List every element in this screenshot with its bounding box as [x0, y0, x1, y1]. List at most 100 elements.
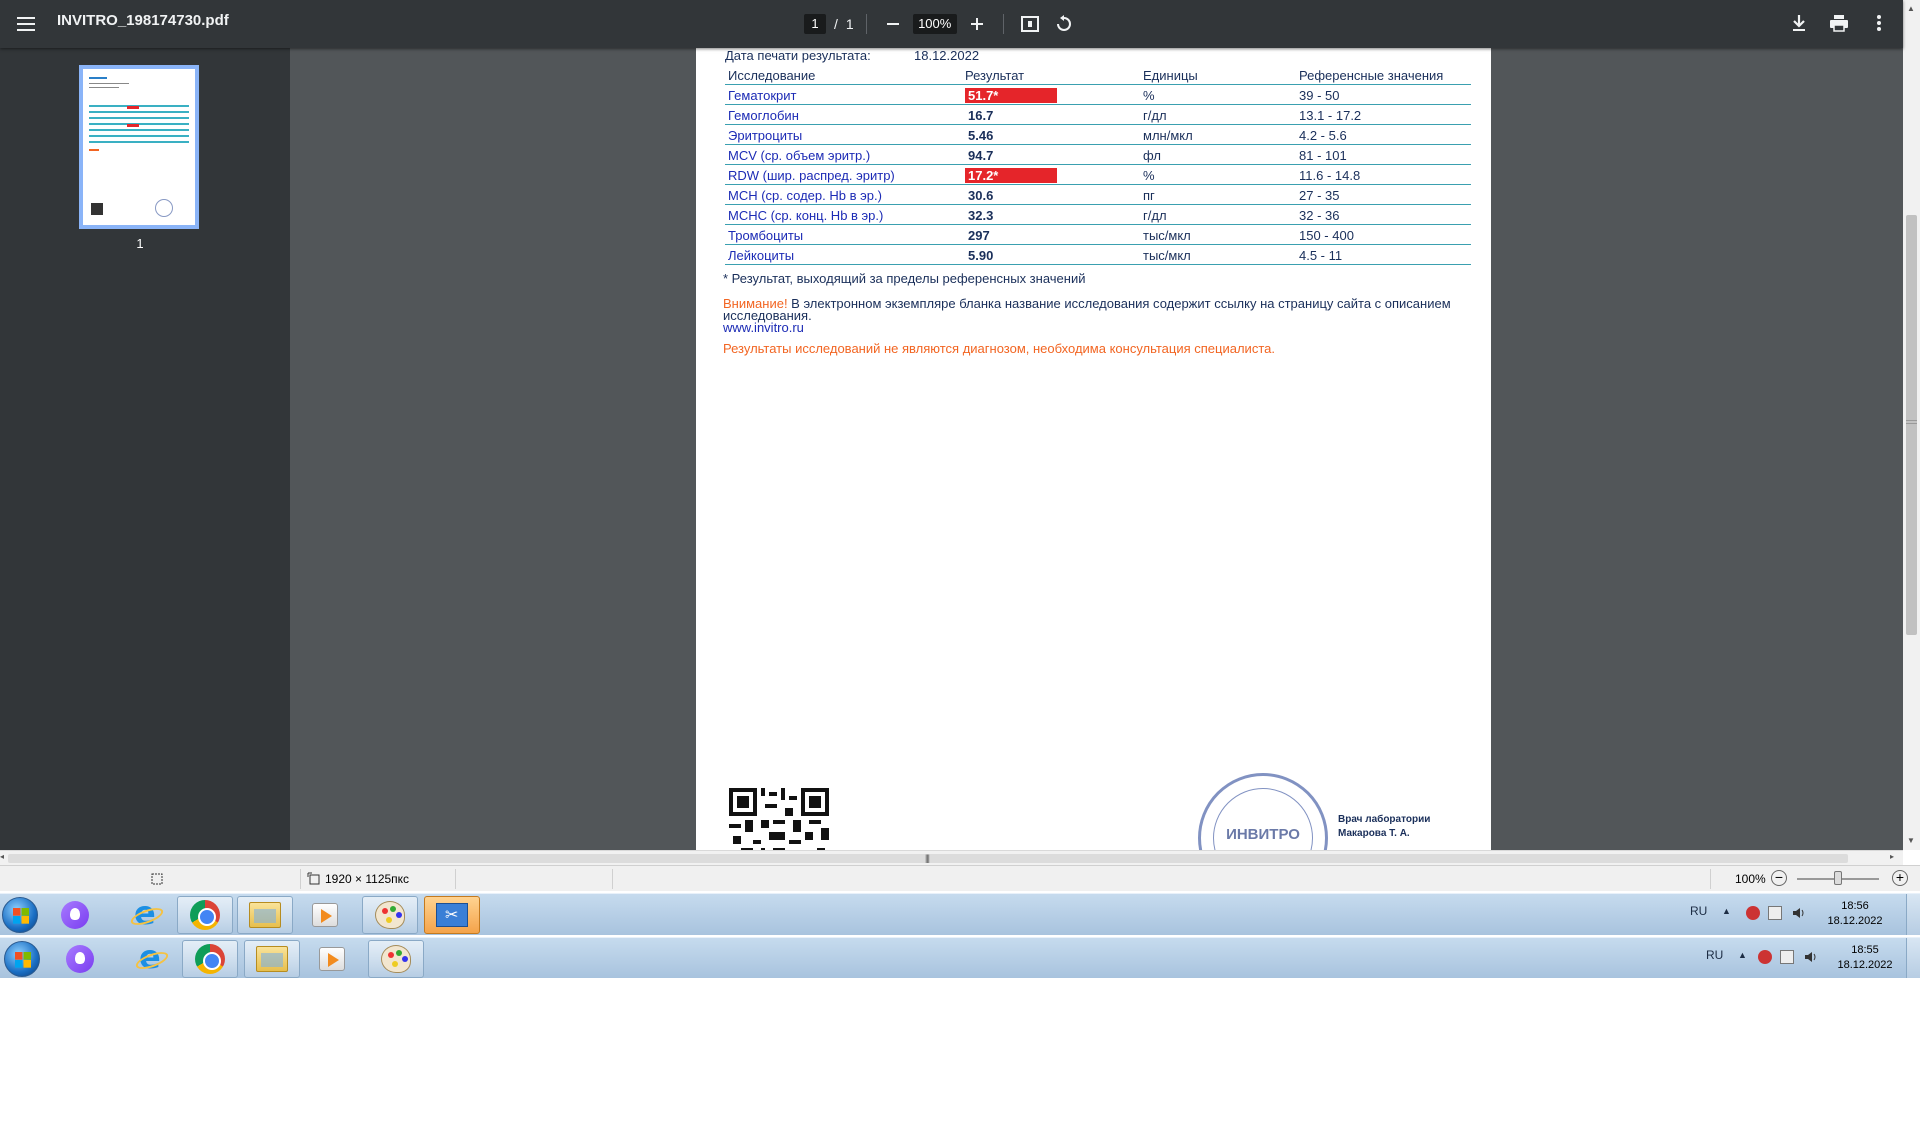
- page-controls: 1 / 1 100%: [804, 9, 1078, 39]
- test-name-link[interactable]: MCH (ср. содер. Hb в эр.): [728, 188, 882, 203]
- units-value: тыс/мкл: [1143, 248, 1191, 263]
- language-indicator[interactable]: RU: [1706, 948, 1723, 962]
- result-value: 94.7: [968, 148, 994, 163]
- chrome-icon: [190, 900, 220, 930]
- taskbar-media-player[interactable]: [297, 896, 353, 934]
- result-value: 17.2*: [965, 168, 1057, 183]
- horizontal-scrollbar[interactable]: ◂ ||| ▸: [0, 850, 1903, 865]
- volume-icon[interactable]: [1804, 950, 1818, 964]
- taskbar-alice[interactable]: [47, 896, 103, 934]
- reference-value: 13.1 - 17.2: [1299, 108, 1362, 123]
- doctor-name: Макарова Т. А.: [1338, 828, 1410, 839]
- show-desktop-button[interactable]: [1906, 894, 1920, 935]
- media-player-icon: [319, 947, 345, 971]
- media-player-icon: [312, 903, 338, 927]
- reference-value: 39 - 50: [1299, 88, 1340, 103]
- table-row: MCHC (ср. конц. Hb в эр.) 32.3 г/дл 32 - 36: [725, 205, 1471, 225]
- taskbar-paint[interactable]: [368, 940, 424, 978]
- internet-explorer-icon: [130, 894, 160, 932]
- system-clock[interactable]: 18:56 18.12.2022: [1820, 899, 1890, 929]
- taskbar-snipping-tool[interactable]: [424, 896, 480, 934]
- test-name-link[interactable]: RDW (шир. распред. эритр): [728, 168, 895, 183]
- start-button[interactable]: [2, 897, 38, 933]
- taskbar-alice[interactable]: [52, 940, 108, 978]
- scroll-right-arrow-icon[interactable]: ▸: [1890, 852, 1894, 861]
- test-name-link[interactable]: MCHC (ср. конц. Hb в эр.): [728, 208, 883, 223]
- website-link[interactable]: www.invitro.ru: [723, 320, 804, 335]
- reference-value: 11.6 - 14.8: [1299, 168, 1361, 183]
- total-pages: 1: [845, 16, 854, 32]
- test-name-link[interactable]: Лейкоциты: [728, 248, 794, 263]
- taskbar-media-player[interactable]: [304, 940, 360, 978]
- scrollbar-grip: [1906, 420, 1917, 421]
- vertical-scrollbar[interactable]: ▲ ▼: [1903, 0, 1920, 850]
- taskbar-explorer[interactable]: [237, 896, 293, 934]
- status-divider: [1710, 869, 1711, 889]
- reference-value: 27 - 35: [1299, 188, 1340, 203]
- antivirus-icon[interactable]: [1746, 906, 1760, 920]
- print-icon[interactable]: [1825, 9, 1853, 37]
- result-value: 297: [968, 228, 990, 243]
- result-value: 32.3: [968, 208, 994, 223]
- zoom-out-button[interactable]: −: [1771, 870, 1787, 886]
- status-divider: [300, 869, 301, 889]
- taskbar-paint[interactable]: [362, 896, 418, 934]
- units-value: г/дл: [1143, 208, 1167, 223]
- show-hidden-icons-icon[interactable]: ▲: [1738, 950, 1747, 960]
- result-value: 5.46: [968, 128, 994, 143]
- zoom-in-icon[interactable]: [963, 10, 991, 38]
- antivirus-icon[interactable]: [1758, 950, 1772, 964]
- show-desktop-button[interactable]: [1906, 938, 1920, 978]
- rotate-icon[interactable]: [1050, 10, 1078, 38]
- toolbar-divider: [865, 14, 867, 34]
- network-icon[interactable]: [1768, 906, 1782, 920]
- status-bar: 1920 × 1125пкс 100% − +: [0, 865, 1920, 891]
- system-clock[interactable]: 18:55 18.12.2022: [1830, 943, 1900, 973]
- taskbar-chrome[interactable]: [182, 940, 238, 978]
- menu-icon[interactable]: [12, 10, 40, 38]
- header-result: Результат: [965, 68, 1025, 83]
- table-row: Гемоглобин 16.7 г/дл 13.1 - 17.2: [725, 105, 1471, 125]
- taskbar-explorer[interactable]: [244, 940, 300, 978]
- header-test: Исследование: [728, 68, 816, 83]
- test-name-link[interactable]: Гемоглобин: [728, 108, 799, 123]
- scrollbar-thumb[interactable]: [1906, 215, 1917, 635]
- page-thumbnail[interactable]: [79, 65, 199, 229]
- zoom-in-button[interactable]: +: [1892, 870, 1908, 886]
- show-hidden-icons-icon[interactable]: ▲: [1722, 906, 1731, 916]
- scroll-left-arrow-icon[interactable]: ◂: [0, 852, 4, 861]
- volume-icon[interactable]: [1792, 906, 1806, 920]
- table-row: MCV (ср. объем эритр.) 94.7 фл 81 - 101: [725, 145, 1471, 165]
- folder-icon: [249, 902, 281, 928]
- start-button[interactable]: [4, 941, 40, 977]
- network-icon[interactable]: [1780, 950, 1794, 964]
- test-name-link[interactable]: Гематокрит: [728, 88, 796, 103]
- download-icon[interactable]: [1785, 9, 1813, 37]
- print-date-value: 18.12.2022: [914, 48, 980, 63]
- thumbnail-page-number: 1: [136, 236, 144, 251]
- fit-page-icon[interactable]: [1016, 10, 1044, 38]
- taskbar-bottom: RU ▲ 18:55 18.12.2022: [0, 937, 1920, 978]
- table-row: Гематокрит 51.7*% 39 - 50: [725, 85, 1471, 105]
- zoom-slider-knob[interactable]: [1834, 871, 1842, 885]
- table-row: RDW (шир. распред. эритр) 17.2*% 11.6 - 14…: [725, 165, 1471, 185]
- test-name-link[interactable]: Тромбоциты: [728, 228, 803, 243]
- test-name-link[interactable]: MCV (ср. объем эритр.): [728, 148, 870, 163]
- language-indicator[interactable]: RU: [1690, 904, 1707, 918]
- table-row: Тромбоциты 297 тыс/мкл 150 - 400: [725, 225, 1471, 245]
- taskbar-ie[interactable]: [117, 894, 173, 934]
- status-zoom: 100%: [1735, 872, 1766, 886]
- scroll-down-arrow-icon[interactable]: ▼: [1907, 836, 1915, 845]
- zoom-out-icon[interactable]: [879, 10, 907, 38]
- scrollbar-grip: [1906, 423, 1917, 424]
- scroll-up-arrow-icon[interactable]: ▲: [1907, 4, 1915, 13]
- clock-time: 18:55: [1851, 944, 1879, 956]
- taskbar-chrome[interactable]: [177, 896, 233, 934]
- thumbnail-sidebar: 1: [0, 48, 290, 850]
- zoom-input[interactable]: 100%: [912, 14, 957, 34]
- more-options-icon[interactable]: [1865, 9, 1893, 37]
- page-number-input[interactable]: 1: [804, 14, 826, 34]
- header-reference: Референсные значения: [1299, 68, 1444, 83]
- taskbar-ie[interactable]: [122, 938, 178, 978]
- test-name-link[interactable]: Эритроциты: [728, 128, 802, 143]
